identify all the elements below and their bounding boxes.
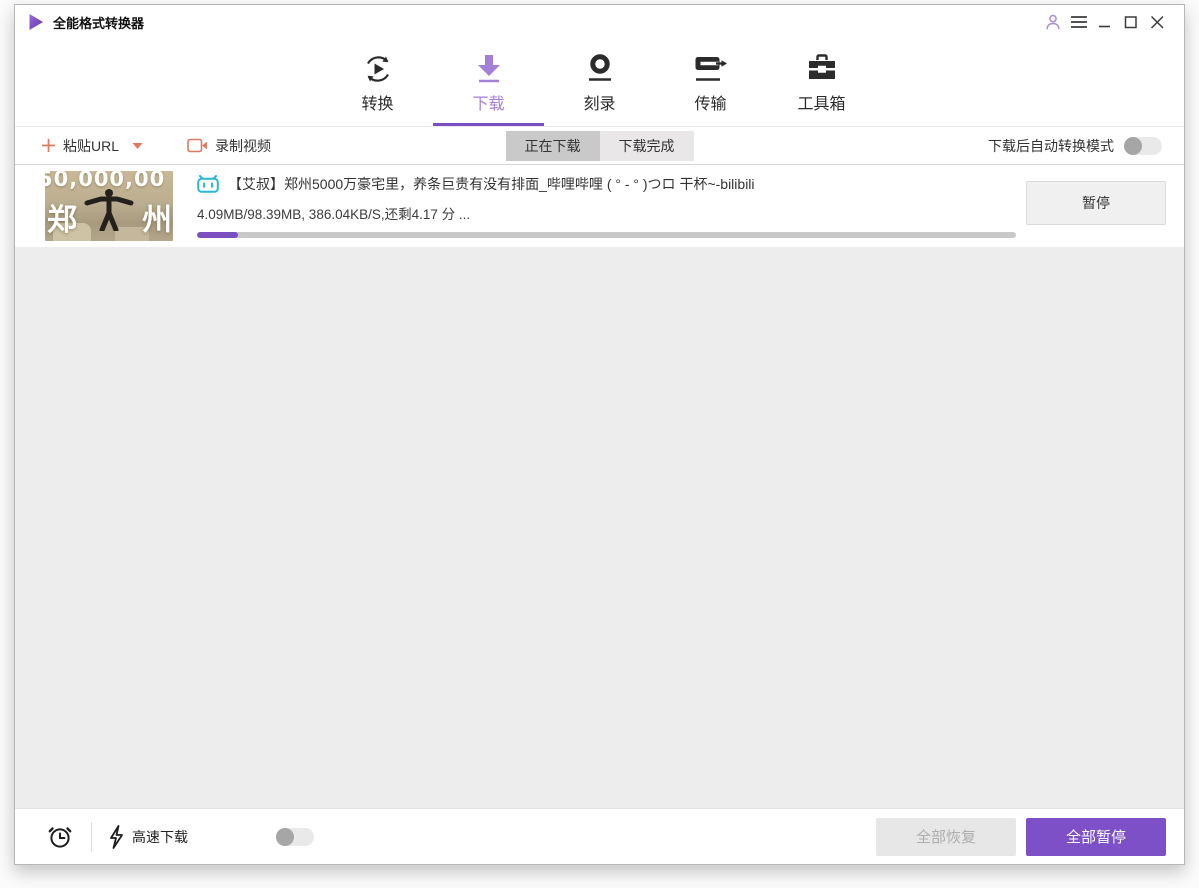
nav-label-convert: 转换: [361, 96, 394, 113]
download-progress-text: 4.09MB/98.39MB, 386.04KB/S,还剩4.17 分 ...: [197, 207, 471, 222]
auto-convert-toggle[interactable]: [1124, 136, 1162, 155]
download-list-item[interactable]: 50,000,00 郑 州 【艾叔】郑州5000万豪宅里，养条巨贵有没有排面_哔…: [15, 165, 1184, 247]
minimize-button[interactable]: [1092, 10, 1118, 34]
nav-label-download: 下载: [472, 96, 505, 113]
nav-label-burn: 刻录: [583, 96, 616, 113]
nav-tab-transfer[interactable]: 传输: [655, 39, 766, 126]
progress-bar: [197, 232, 1016, 238]
bilibili-icon: [197, 175, 219, 193]
nav-tab-toolbox[interactable]: 工具箱: [766, 39, 877, 126]
download-icon: [477, 55, 500, 83]
close-button[interactable]: [1144, 10, 1170, 34]
person-silhouette: [84, 189, 134, 231]
paste-url-label: 粘贴URL: [63, 137, 120, 154]
toolbar-left-group: 粘贴URL 录制视频: [41, 136, 271, 156]
toggle-knob: [1124, 136, 1142, 155]
pause-all-button[interactable]: 全部暂停: [1026, 817, 1166, 856]
thumbnail-char-right: 州: [142, 204, 172, 237]
user-icon: [1046, 14, 1060, 30]
record-video-label: 录制视频: [215, 137, 272, 154]
schedule-button[interactable]: [45, 822, 75, 852]
toggle-knob: [276, 827, 294, 846]
video-thumbnail: 50,000,00 郑 州: [45, 171, 173, 241]
alarm-clock-icon: [48, 826, 72, 848]
nav-label-transfer: 传输: [694, 96, 727, 113]
close-icon: [1150, 15, 1164, 29]
titlebar: 全能格式转换器: [15, 5, 1184, 39]
chevron-down-icon: [132, 142, 143, 149]
hamburger-icon: [1071, 16, 1087, 28]
progress-bar-fill: [197, 232, 238, 238]
minimize-icon: [1099, 25, 1110, 28]
high-speed-label: 高速下载: [132, 828, 188, 845]
paste-url-button[interactable]: 粘贴URL: [41, 136, 143, 156]
footer-bar: 高速下载 全部恢复 全部暂停: [15, 808, 1184, 864]
thumbnail-char-left: 郑: [47, 204, 77, 237]
menu-button[interactable]: [1066, 10, 1092, 34]
camera-icon: [187, 138, 208, 153]
main-nav: 转换 下载 刻录 传输 工具箱: [15, 39, 1184, 127]
nav-tab-download[interactable]: 下载: [433, 39, 544, 126]
toolbar-right-group: 下载后自动转换模式: [988, 127, 1162, 164]
maximize-button[interactable]: [1118, 10, 1144, 34]
auto-convert-label: 下载后自动转换模式: [988, 137, 1114, 154]
transfer-icon: [695, 57, 727, 81]
download-item-details: 【艾叔】郑州5000万豪宅里，养条巨贵有没有排面_哔哩哔哩 ( ° - ° )つ…: [197, 174, 1016, 238]
toolbox-icon: [808, 54, 835, 79]
app-logo-icon: [29, 14, 43, 30]
maximize-icon: [1124, 16, 1137, 29]
footer-divider: [91, 821, 92, 852]
plus-icon: [42, 139, 55, 152]
download-title: 【艾叔】郑州5000万豪宅里，养条巨贵有没有排面_哔哩哔哩 ( ° - ° )つ…: [228, 176, 755, 192]
account-button[interactable]: [1040, 10, 1066, 34]
lightning-icon: [110, 824, 123, 849]
download-toolbar: 粘贴URL 录制视频 正在下载 下载完成 下载后自动转换模式: [15, 127, 1184, 165]
high-speed-toggle[interactable]: [276, 827, 314, 846]
app-window: 全能格式转换器 转换 下载 刻录 传输 工具箱 粘贴URL 录制视频 正在下载 …: [14, 4, 1185, 865]
download-list-area: [15, 247, 1184, 808]
nav-label-toolbox: 工具箱: [797, 96, 846, 113]
record-video-button[interactable]: 录制视频: [187, 136, 271, 156]
tab-completed[interactable]: 下载完成: [599, 130, 694, 161]
resume-all-button[interactable]: 全部恢复: [876, 817, 1016, 856]
high-speed-download-control[interactable]: 高速下载: [108, 824, 188, 849]
tab-downloading[interactable]: 正在下载: [505, 130, 600, 161]
pause-button[interactable]: 暂停: [1026, 181, 1166, 225]
app-title: 全能格式转换器: [53, 15, 145, 31]
nav-tab-convert[interactable]: 转换: [322, 39, 433, 126]
nav-tab-burn[interactable]: 刻录: [544, 39, 655, 126]
convert-icon: [366, 56, 389, 82]
download-state-tabs: 正在下载 下载完成: [505, 130, 694, 161]
burn-icon: [588, 54, 611, 81]
